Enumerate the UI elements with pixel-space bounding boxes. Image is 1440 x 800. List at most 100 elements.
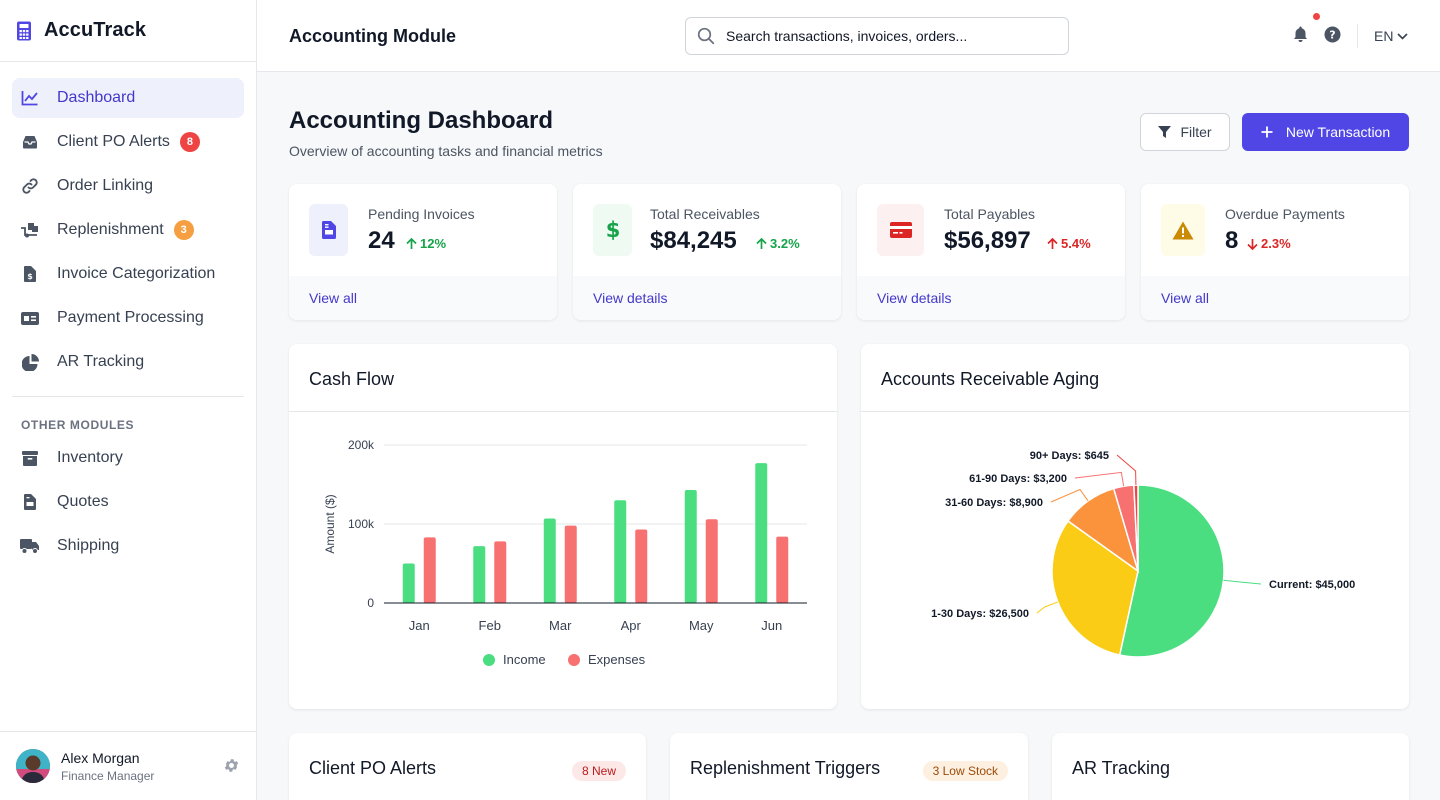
sidebar-item-order-linking[interactable]: Order Linking bbox=[12, 166, 244, 206]
bar-income-jun[interactable] bbox=[755, 463, 768, 603]
panel-title: Client PO Alerts bbox=[309, 758, 437, 778]
panel-header: Accounts Receivable Aging bbox=[861, 344, 1409, 412]
bar-expenses-feb[interactable] bbox=[494, 541, 507, 603]
legend-swatch bbox=[483, 654, 495, 666]
user-role: Finance Manager bbox=[61, 768, 155, 783]
sidebar-item-label: Payment Processing bbox=[57, 309, 204, 326]
x-tick-label: Jun bbox=[761, 618, 782, 633]
dollar-icon: $ bbox=[593, 204, 632, 256]
sidebar-item-label: Order Linking bbox=[57, 177, 154, 194]
client-po-alerts-panel: Client PO Alerts 8 New bbox=[289, 733, 646, 800]
stat-card-overdue-payments: Overdue Payments 8 2.3% View all bbox=[1141, 184, 1409, 320]
new-transaction-button[interactable]: New Transaction bbox=[1242, 113, 1409, 151]
warning-icon bbox=[1161, 204, 1205, 256]
bar-income-mar[interactable] bbox=[543, 518, 556, 603]
bar-expenses-apr[interactable] bbox=[635, 529, 648, 603]
pie-leader-line bbox=[1050, 488, 1089, 503]
stat-change: 12% bbox=[406, 236, 446, 251]
other-modules-nav: Inventory Quotes Shipping bbox=[0, 438, 256, 566]
bar-expenses-jun[interactable] bbox=[776, 536, 789, 603]
legend-label[interactable]: Expenses bbox=[588, 652, 646, 667]
pie-slice-label: 90+ Days: $645 bbox=[1030, 450, 1109, 462]
stat-change-value: 5.4% bbox=[1061, 236, 1091, 251]
y-tick-label: 200k bbox=[348, 438, 375, 452]
bar-expenses-mar[interactable] bbox=[564, 525, 577, 603]
bar-income-feb[interactable] bbox=[473, 546, 486, 603]
search-box[interactable] bbox=[685, 17, 1069, 55]
plus-icon bbox=[1261, 126, 1273, 138]
sidebar-item-label: Replenishment bbox=[57, 221, 164, 238]
chevron-down-icon bbox=[1397, 32, 1409, 40]
file-invoice-icon bbox=[20, 492, 40, 512]
truck-icon bbox=[20, 536, 40, 556]
view-details-link[interactable]: View details bbox=[593, 290, 667, 306]
gear-icon[interactable] bbox=[223, 757, 240, 779]
bell-icon[interactable] bbox=[1293, 26, 1308, 48]
pie-slice-label: 31-60 Days: $8,900 bbox=[945, 497, 1043, 509]
ar-aging-panel: Accounts Receivable Aging Current: $45,0… bbox=[861, 344, 1409, 709]
sidebar-item-label: Inventory bbox=[57, 449, 123, 466]
bar-income-apr[interactable] bbox=[614, 500, 627, 603]
language-selector[interactable]: EN bbox=[1374, 28, 1409, 44]
filter-button[interactable]: Filter bbox=[1140, 113, 1230, 151]
arrow-down-icon bbox=[1247, 238, 1258, 250]
pie-slice-label: 1-30 Days: $26,500 bbox=[931, 608, 1029, 620]
search-icon bbox=[697, 27, 715, 50]
sidebar-item-invoice-categorization[interactable]: $ Invoice Categorization bbox=[12, 254, 244, 294]
stat-card-pending-invoices: Pending Invoices 24 12% View all bbox=[289, 184, 557, 320]
main-content: Accounting Dashboard Overview of account… bbox=[257, 72, 1440, 800]
panel-title: AR Tracking bbox=[1072, 758, 1171, 778]
panel-header: Cash Flow bbox=[289, 344, 837, 412]
panel-header: Replenishment Triggers 3 Low Stock bbox=[670, 733, 1028, 800]
user-profile[interactable]: Alex Morgan Finance Manager bbox=[0, 731, 256, 800]
module-title: Accounting Module bbox=[289, 26, 456, 46]
stat-footer: View details bbox=[573, 276, 841, 320]
sidebar-item-replenishment[interactable]: Replenishment 3 bbox=[12, 210, 244, 250]
arrow-up-icon bbox=[1047, 237, 1058, 249]
low-stock-badge: 3 Low Stock bbox=[922, 761, 1008, 781]
sidebar-item-label: Invoice Categorization bbox=[57, 265, 216, 282]
help-icon[interactable]: ? bbox=[1324, 26, 1341, 48]
search-input[interactable] bbox=[726, 26, 1056, 46]
sidebar-item-inventory[interactable]: Inventory bbox=[12, 438, 244, 478]
pie-leader-line bbox=[1036, 601, 1058, 614]
view-all-link[interactable]: View all bbox=[309, 290, 357, 306]
y-tick-label: 0 bbox=[367, 596, 374, 610]
sidebar-item-payment-processing[interactable]: Payment Processing bbox=[12, 298, 244, 338]
stat-footer: View details bbox=[857, 276, 1125, 320]
chart-line-icon bbox=[20, 88, 40, 108]
view-all-link[interactable]: View all bbox=[1161, 290, 1209, 306]
stat-card-total-payables: Total Payables $56,897 5.4% View details bbox=[857, 184, 1125, 320]
brand[interactable]: AccuTrack bbox=[0, 0, 256, 62]
pie-slice-label: 61-90 Days: $3,200 bbox=[969, 473, 1067, 485]
pie-chart-icon bbox=[20, 352, 40, 372]
panel-title: Replenishment Triggers bbox=[690, 758, 881, 778]
view-details-link[interactable]: View details bbox=[877, 290, 951, 306]
arrow-up-icon bbox=[406, 237, 417, 249]
cash-flow-chart: 0 100k 200k Amount ($) Jan Feb Mar Apr May Jun In… bbox=[323, 438, 807, 667]
sidebar-item-shipping[interactable]: Shipping bbox=[12, 526, 244, 566]
sidebar: AccuTrack Dashboard Client PO Alerts 8 O… bbox=[0, 0, 257, 800]
file-invoice-icon bbox=[309, 204, 348, 256]
stat-footer: View all bbox=[289, 276, 557, 320]
sidebar-item-client-po-alerts[interactable]: Client PO Alerts 8 bbox=[12, 122, 244, 162]
stat-change: 5.4% bbox=[1047, 236, 1091, 251]
sidebar-item-dashboard[interactable]: Dashboard bbox=[12, 78, 244, 118]
alert-count-badge: 8 bbox=[179, 132, 200, 152]
bar-expenses-jan[interactable] bbox=[423, 537, 436, 603]
bar-income-may[interactable] bbox=[684, 490, 697, 603]
x-tick-label: May bbox=[689, 618, 714, 633]
stat-change: 2.3% bbox=[1247, 236, 1291, 251]
legend-label[interactable]: Income bbox=[503, 652, 546, 667]
y-tick-label: 100k bbox=[348, 517, 375, 531]
sidebar-item-quotes[interactable]: Quotes bbox=[12, 482, 244, 522]
pie-leader-line bbox=[1074, 471, 1125, 487]
stat-change: 3.2% bbox=[756, 236, 800, 251]
stat-label: Overdue Payments bbox=[1225, 206, 1345, 222]
panel-title: Accounts Receivable Aging bbox=[881, 369, 1100, 389]
sidebar-item-ar-tracking[interactable]: AR Tracking bbox=[12, 342, 244, 382]
user-name: Alex Morgan bbox=[61, 749, 140, 766]
bar-income-jan[interactable] bbox=[402, 563, 415, 604]
bar-expenses-may[interactable] bbox=[705, 519, 718, 603]
ar-aging-chart: Current: $45,000 1-30 Days: $26,500 31-60 … bbox=[931, 450, 1355, 658]
